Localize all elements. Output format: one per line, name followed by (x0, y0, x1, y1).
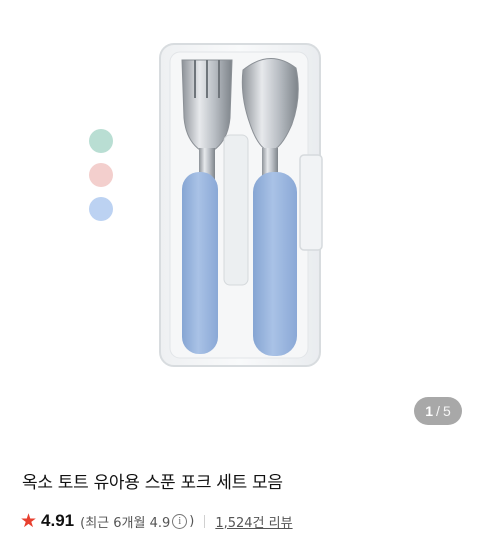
spoon-handle (253, 172, 297, 356)
image-pager: 1 / 5 (414, 397, 462, 425)
pager-separator: / (436, 403, 440, 419)
case-divider (223, 134, 249, 286)
recent-rating: (최근 6개월 4.9 i ) (80, 512, 194, 531)
info-icon[interactable]: i (172, 513, 188, 529)
star-icon: ★ (20, 509, 38, 532)
pager-total: 5 (442, 403, 451, 419)
fork-handle (182, 172, 218, 354)
rating-row: ★ 4.91 (최근 6개월 4.9 i ) 1,524건 리뷰 (20, 510, 293, 532)
recent-rating-close: ) (189, 513, 195, 529)
review-count-link[interactable]: 1,524건 리뷰 (215, 512, 292, 531)
case-clip (299, 154, 323, 251)
color-swatches (89, 129, 113, 231)
product-photo (159, 43, 323, 367)
swatch-pink[interactable] (89, 163, 113, 187)
rating-value: 4.91 (41, 511, 75, 530)
divider (204, 514, 206, 528)
pager-current: 1 (425, 403, 434, 419)
product-title: 옥소 토트 유아용 스푼 포크 세트 모음 (22, 473, 283, 493)
swatch-blue[interactable] (89, 197, 113, 221)
product-image[interactable]: 1 / 5 (0, 0, 480, 440)
recent-rating-label: (최근 6개월 4.9 (80, 515, 171, 531)
swatch-mint[interactable] (89, 129, 113, 153)
